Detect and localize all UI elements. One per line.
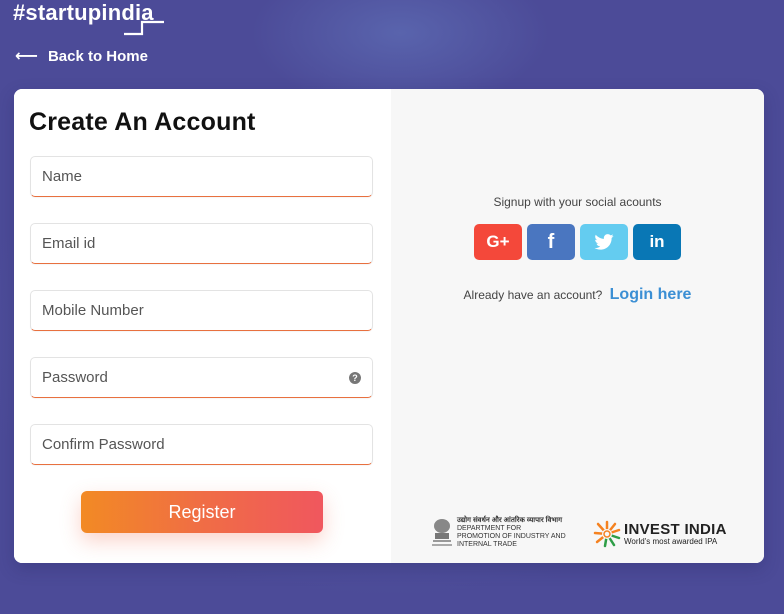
mobile-field[interactable] [30,290,373,331]
linkedin-icon: in [649,232,665,251]
page-title: Create An Account [29,108,256,136]
invest-india-emblem-icon [593,520,621,548]
invest-india-title: INVEST INDIA [624,521,727,538]
password-input[interactable] [42,369,349,386]
password-field[interactable]: ? [30,357,373,398]
social-buttons: G+ f in [474,224,681,260]
login-row: Already have an account? Login here [391,286,764,304]
name-field[interactable] [30,156,373,197]
twitter-icon [594,234,614,250]
back-to-home-link[interactable]: ⟵ Back to Home [15,48,148,65]
national-emblem-icon [432,519,452,546]
google-plus-icon: G+ [486,232,510,251]
social-signup-title: Signup with your social acounts [493,195,662,209]
invest-india-logo: INVEST INDIA World's most awarded IPA [593,520,727,548]
login-link[interactable]: Login here [610,286,692,303]
confirm-password-field[interactable] [30,424,373,465]
dipp-line2: PROMOTION OF INDUSTRY AND [457,533,566,540]
back-label: Back to Home [47,48,148,65]
email-field[interactable] [30,223,373,264]
signup-card: Create An Account ? Register Signup with… [14,89,764,563]
email-input[interactable] [42,235,361,252]
facebook-icon: f [547,230,555,253]
signup-form-panel: Create An Account ? Register [14,89,391,563]
invest-india-tagline: World's most awarded IPA [624,537,718,546]
name-input[interactable] [42,168,361,185]
dipp-line3: INTERNAL TRADE [457,541,517,548]
dipp-logo: उद्योग संवर्धन और आंतरिक व्यापार विभाग D… [431,517,566,549]
logo-step-icon [124,20,164,36]
question-circle-icon[interactable]: ? [349,371,361,384]
social-panel: Signup with your social acounts G+ f in … [391,89,764,563]
arrow-left-icon: ⟵ [15,47,38,65]
dipp-hindi-text: उद्योग संवर्धन और आंतरिक व्यापार विभाग [457,517,563,524]
dipp-line1: DEPARTMENT FOR [457,525,522,532]
mobile-input[interactable] [42,302,361,319]
twitter-button[interactable] [580,224,628,260]
register-button[interactable]: Register [81,491,323,533]
linkedin-button[interactable]: in [633,224,681,260]
login-prompt: Already have an account? [463,288,603,302]
facebook-button[interactable]: f [527,224,575,260]
confirm-password-input[interactable] [42,436,361,453]
google-plus-button[interactable]: G+ [474,224,522,260]
